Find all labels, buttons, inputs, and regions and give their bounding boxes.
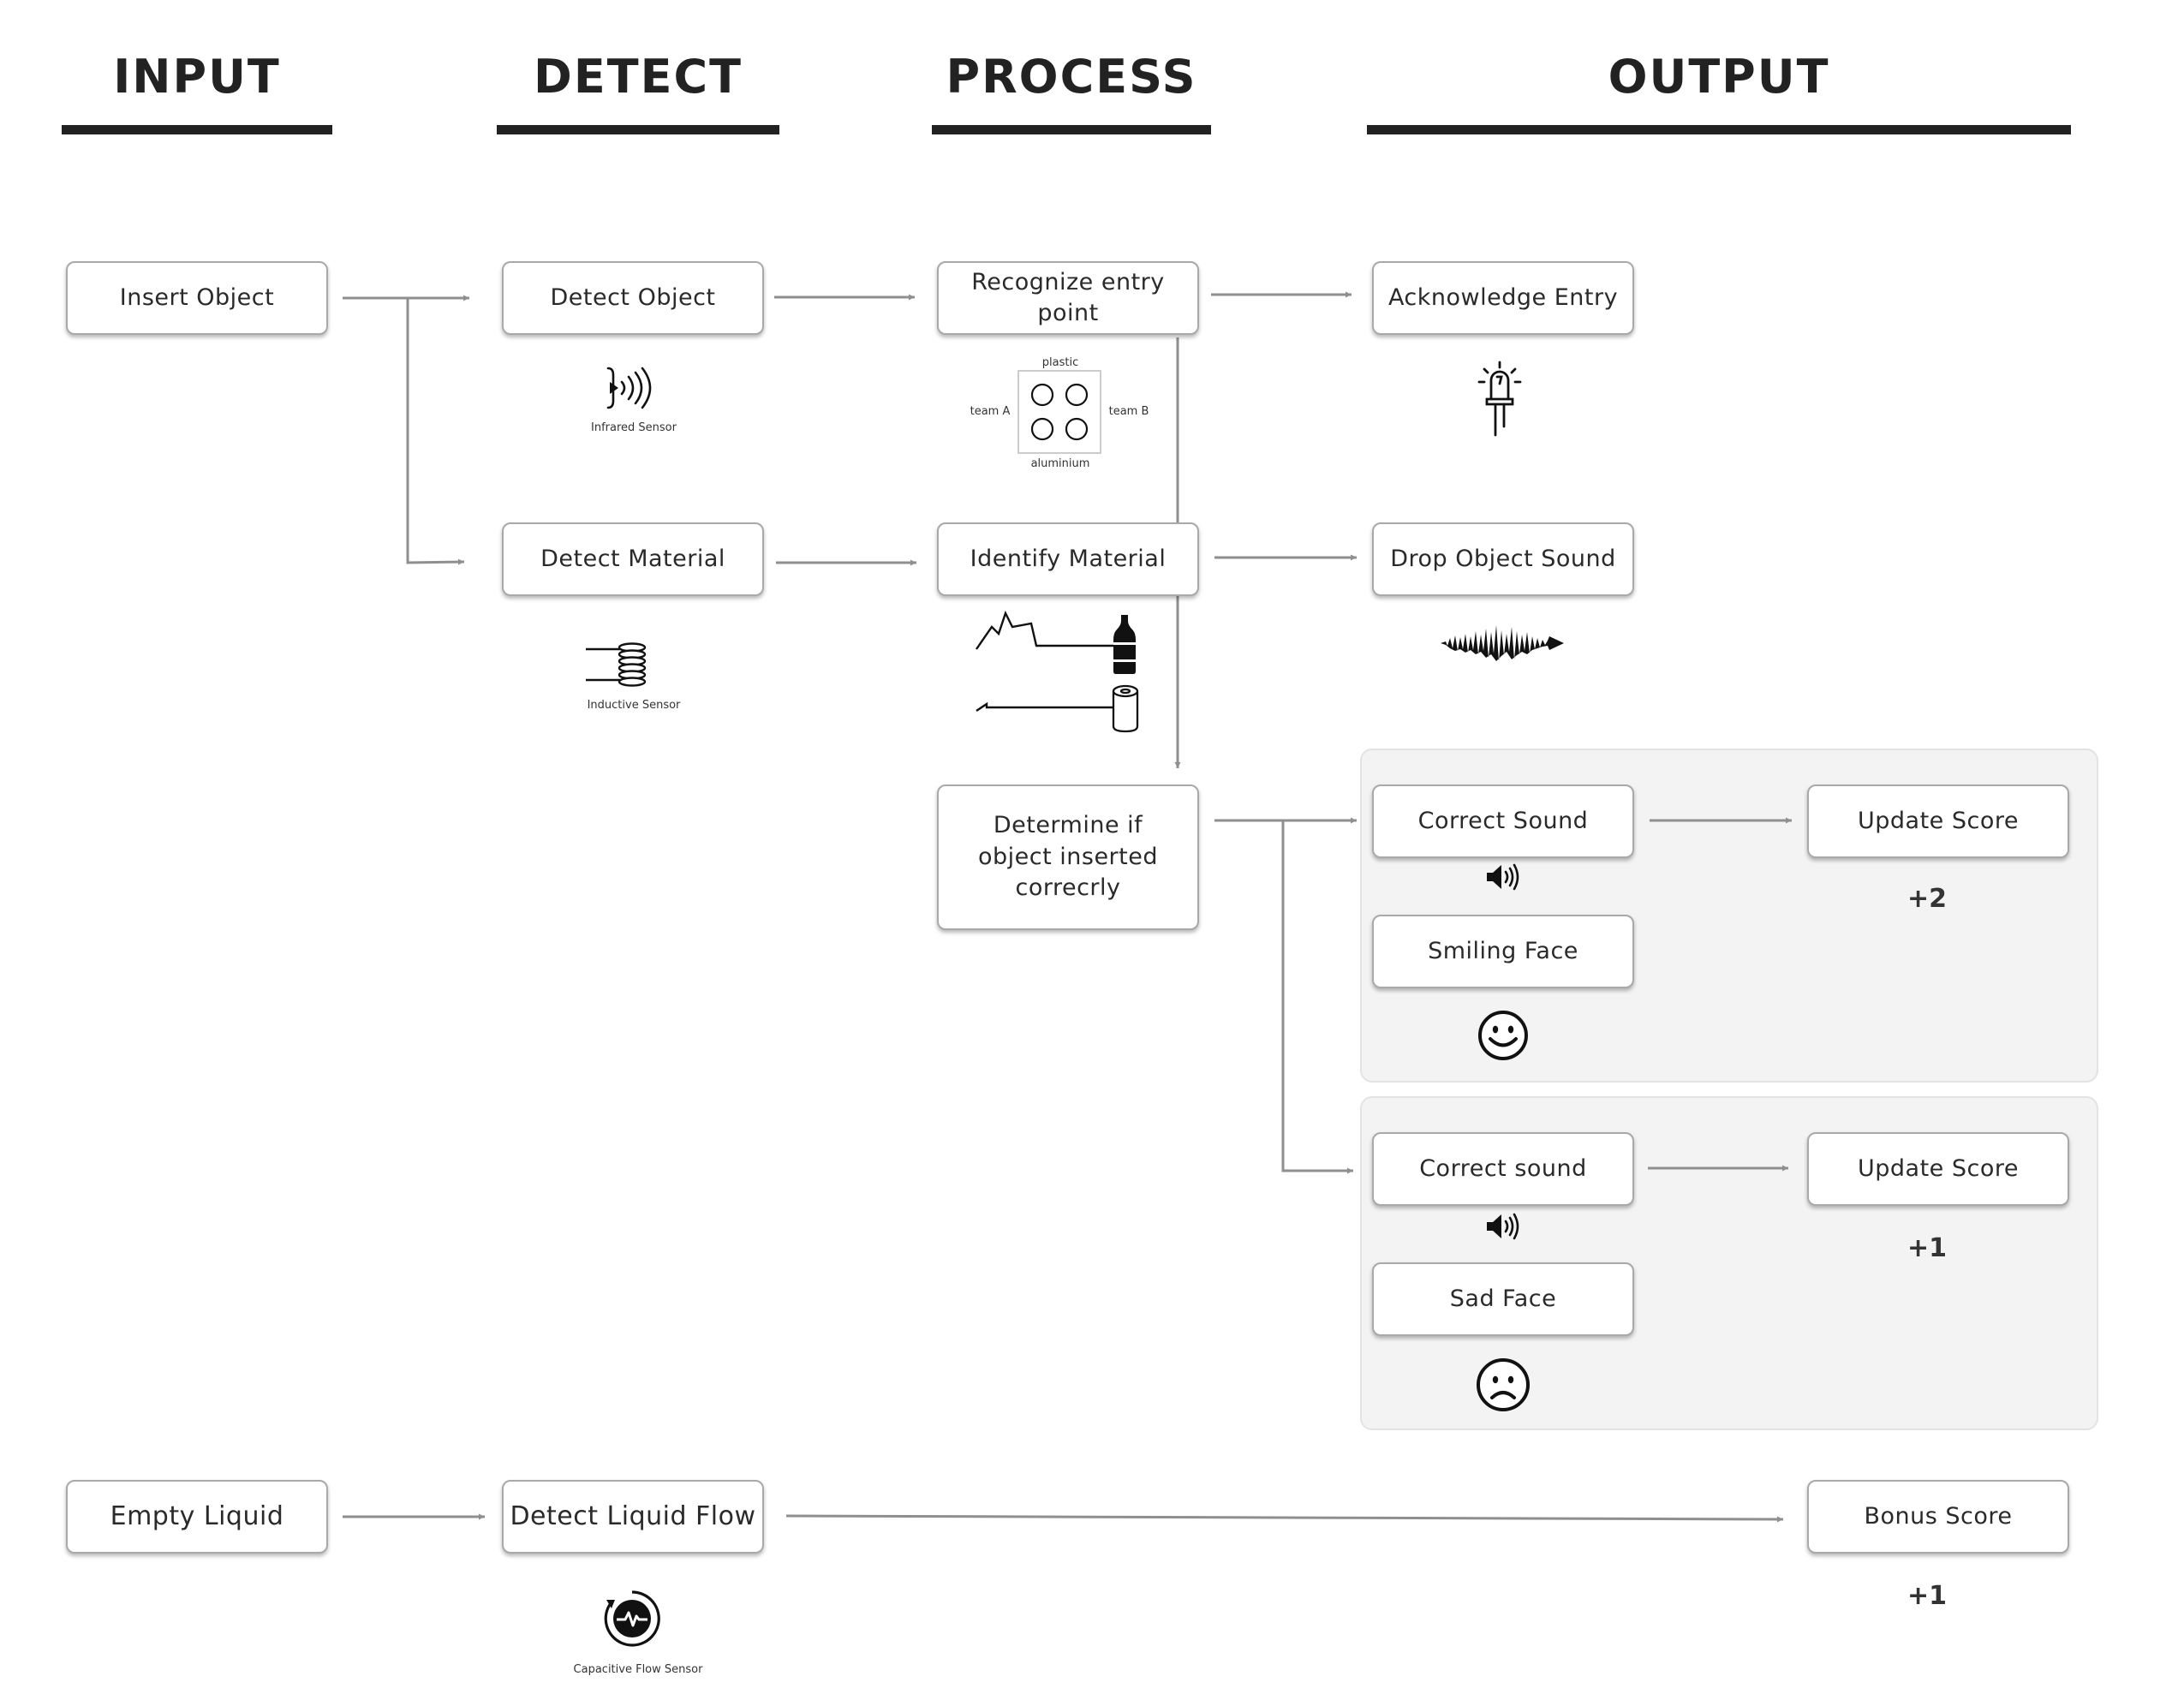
node-detect-liquid-flow: Detect Liquid Flow: [502, 1480, 764, 1554]
arrow-insert-to-detect-material: [406, 298, 465, 565]
bin-label-team-a: team A: [970, 405, 1011, 418]
score-incorrect: +1: [1907, 1233, 1947, 1263]
node-sad-face: Sad Face: [1372, 1262, 1634, 1336]
speaker-icon: [1487, 1213, 1519, 1240]
node-update-score-correct: Update Score: [1807, 784, 2069, 858]
speaker-icon: [1487, 863, 1519, 891]
score-bonus: +1: [1907, 1581, 1947, 1611]
node-drop-object-sound: Drop Object Sound: [1372, 522, 1634, 596]
arrow-determine-to-incorrect-sound: [1281, 820, 1353, 1174]
node-incorrect-sound: Correct sound: [1372, 1132, 1634, 1206]
node-acknowledge-entry: Acknowledge Entry: [1372, 261, 1634, 335]
node-detect-object: Detect Object: [502, 261, 764, 335]
node-detect-material: Detect Material: [502, 522, 764, 596]
score-correct: +2: [1907, 884, 1947, 914]
capacitive-flow-sensor-icon: [604, 1590, 660, 1647]
infrared-sensor-label: Infrared Sensor: [591, 421, 677, 434]
node-correct-sound: Correct Sound: [1372, 784, 1634, 858]
bin-label-team-b: team B: [1108, 405, 1149, 418]
node-identify-material: Identify Material: [937, 522, 1199, 596]
sound-waveform-icon: [1441, 625, 1564, 661]
bin-label-aluminium: aluminium: [1030, 457, 1090, 470]
node-determine-correct: Determine if object inserted correcrly: [937, 784, 1199, 930]
infrared-sensor-icon: [606, 367, 652, 409]
smiling-face-icon: [1478, 1011, 1528, 1060]
bin-slots-diagram: [1017, 370, 1101, 454]
sad-face-icon: [1477, 1358, 1530, 1411]
inductive-coil-icon: [586, 642, 647, 687]
plastic-bottle-icon: [1113, 615, 1136, 674]
led-light-icon: [1477, 361, 1522, 437]
inductive-sensor-label: Inductive Sensor: [587, 699, 681, 712]
node-smiling-face: Smiling Face: [1372, 915, 1634, 988]
node-empty-liquid: Empty Liquid: [66, 1480, 328, 1554]
bin-label-plastic: plastic: [1041, 356, 1079, 369]
aluminium-can-icon: [1112, 684, 1139, 733]
node-update-score-incorrect: Update Score: [1807, 1132, 2069, 1206]
node-bonus-score: Bonus Score: [1807, 1480, 2069, 1554]
node-insert-object: Insert Object: [66, 261, 328, 335]
node-recognize-entry-point: Recognize entry point: [937, 261, 1199, 335]
arrow-flow-to-bonus: [785, 1514, 1784, 1523]
capacitive-flow-sensor-label: Capacitive Flow Sensor: [573, 1663, 703, 1676]
